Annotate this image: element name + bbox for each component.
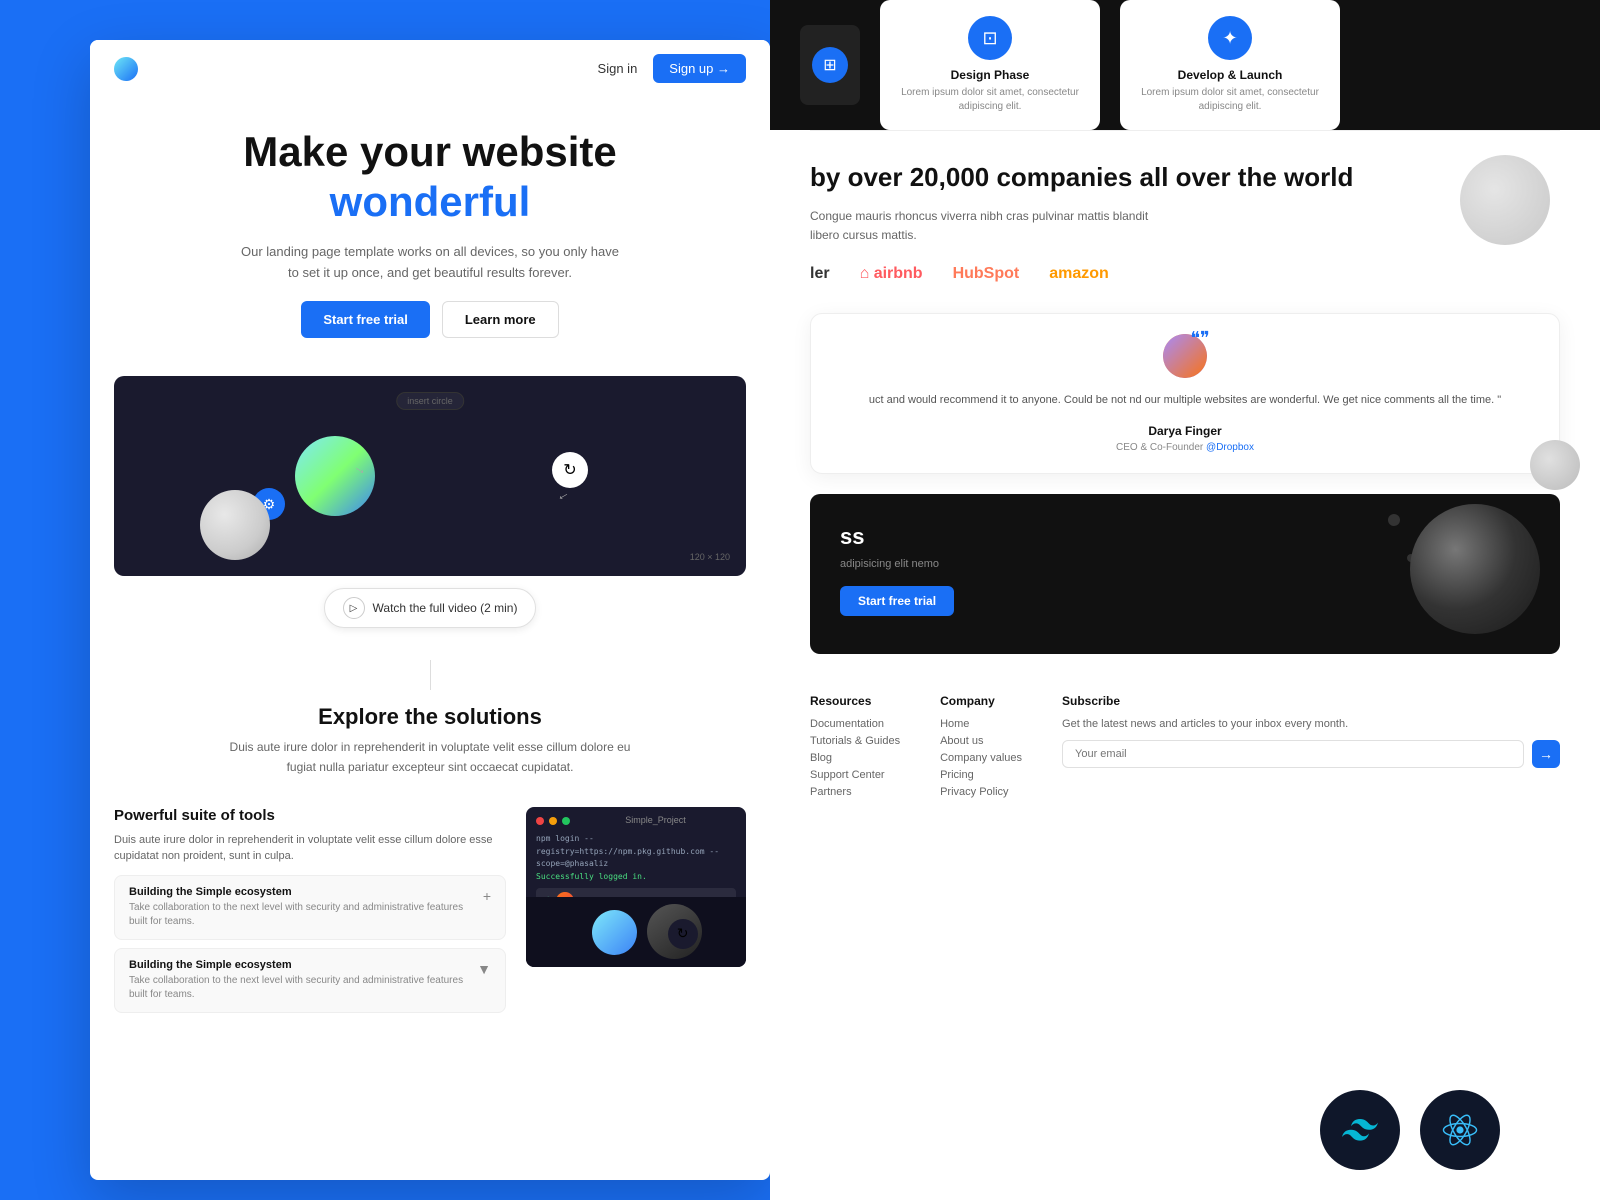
- tools-left: Powerful suite of tools Duis aute irure …: [114, 807, 506, 1021]
- footer-values[interactable]: Company values: [940, 752, 1022, 764]
- tools-heading: Powerful suite of tools: [114, 807, 506, 824]
- watch-video-button[interactable]: ▷ Watch the full video (2 min): [324, 588, 537, 628]
- footer-pricing[interactable]: Pricing: [940, 769, 1022, 781]
- testimonial-card: ❝❞ uct and would recommend it to anyone.…: [810, 313, 1560, 474]
- learn-more-button[interactable]: Learn more: [442, 301, 559, 338]
- subscribe-heading: Subscribe: [1062, 694, 1560, 708]
- footer-resources: Resources Documentation Tutorials & Guid…: [810, 694, 900, 803]
- logo: [114, 57, 138, 81]
- brand-airbnb: ⌂ airbnb: [860, 265, 923, 283]
- brand-amazon: amazon: [1049, 265, 1109, 283]
- footer-home[interactable]: Home: [940, 718, 1022, 730]
- partial-phase-icon: ⊞: [812, 47, 848, 83]
- ecosystem1-desc: Take collaboration to the next level wit…: [129, 901, 483, 929]
- vis-circle-teal: [592, 910, 637, 955]
- explore-description: Duis aute irure dolor in reprehenderit i…: [220, 738, 640, 776]
- explore-section: Explore the solutions Duis aute irure do…: [90, 640, 770, 790]
- footer-tutorials[interactable]: Tutorials & Guides: [810, 735, 900, 747]
- tools-right: Simple_Project npm login --registry=http…: [526, 807, 746, 1021]
- react-icon: [1420, 1090, 1500, 1170]
- terminal-visual: ↻: [526, 897, 746, 967]
- sphere-left-mid: [200, 490, 270, 560]
- footer: Resources Documentation Tutorials & Guid…: [770, 674, 1600, 823]
- trusted-description: Congue mauris rhoncus viverra nibh cras …: [810, 207, 1170, 245]
- quote-marks: ❝❞: [1190, 328, 1209, 348]
- terminal-dot-red: [536, 817, 544, 825]
- testimonial-author: Darya Finger CEO & Co-Founder @Dropbox: [831, 424, 1539, 453]
- hero-buttons: Start free trial Learn more: [150, 301, 710, 338]
- insert-circle-label: insert circle: [396, 392, 464, 410]
- develop-phase-title: Develop & Launch: [1140, 68, 1320, 82]
- hero-headline: Make your website wonderful: [150, 127, 710, 228]
- play-icon: ▷: [343, 597, 365, 619]
- terminal-dots: Simple_Project: [536, 817, 736, 825]
- author-name: Darya Finger: [1148, 424, 1221, 438]
- ecosystem2-title: Building the Simple ecosystem: [129, 959, 477, 971]
- explore-heading: Explore the solutions: [130, 704, 730, 730]
- divider-line: [430, 660, 431, 690]
- footer-company: Company Home About us Company values Pri…: [940, 694, 1022, 803]
- brand-logos: ler ⌂ airbnb HubSpot amazon: [810, 265, 1560, 283]
- terminal-code: npm login --registry=https://npm.pkg.git…: [536, 833, 736, 884]
- tools-section: Powerful suite of tools Duis aute irure …: [90, 791, 770, 1037]
- terminal-title: Simple_Project: [575, 815, 736, 825]
- design-phase-icon: ⊡: [968, 16, 1012, 60]
- code-terminal: Simple_Project npm login --registry=http…: [526, 807, 746, 967]
- footer-blog[interactable]: Blog: [810, 752, 900, 764]
- ecosystem-card-1[interactable]: Building the Simple ecosystem Take colla…: [114, 875, 506, 940]
- design-phase-card: ⊡ Design Phase Lorem ipsum dolor sit ame…: [880, 0, 1100, 130]
- email-input[interactable]: [1062, 740, 1524, 768]
- design-phase-title: Design Phase: [900, 68, 1080, 82]
- right-float-circle: [1460, 155, 1550, 245]
- cta-sphere: [1410, 504, 1540, 634]
- tools-description: Duis aute irure dolor in reprehenderit i…: [114, 832, 506, 865]
- footer-subscribe: Subscribe Get the latest news and articl…: [1062, 694, 1560, 803]
- terminal-dot-green: [562, 817, 570, 825]
- ecosystem2-desc: Take collaboration to the next level wit…: [129, 974, 477, 1002]
- design-phase-desc: Lorem ipsum dolor sit amet, consectetur …: [900, 86, 1080, 114]
- develop-phase-desc: Lorem ipsum dolor sit amet, consectetur …: [1140, 86, 1320, 114]
- hero-section: Make your website wonderful Our landing …: [90, 97, 770, 376]
- expand-icon-2: ▼: [477, 961, 491, 977]
- footer-documentation[interactable]: Documentation: [810, 718, 900, 730]
- ecosystem1-title: Building the Simple ecosystem: [129, 886, 483, 898]
- hero-description: Our landing page template works on all d…: [240, 242, 620, 284]
- develop-phase-card: ✦ Develop & Launch Lorem ipsum dolor sit…: [1120, 0, 1340, 130]
- subscribe-desc: Get the latest news and articles to your…: [1062, 718, 1560, 730]
- resources-heading: Resources: [810, 694, 900, 708]
- footer-partners[interactable]: Partners: [810, 786, 900, 798]
- nav-header: Sign in Sign up →: [90, 40, 770, 97]
- terminal-dot-yellow: [549, 817, 557, 825]
- main-panel: Sign in Sign up → Make your website wond…: [90, 40, 770, 1180]
- cta-button[interactable]: Start free trial: [840, 586, 954, 616]
- author-title: CEO & Co-Founder @Dropbox: [1116, 442, 1254, 453]
- sign-in-link[interactable]: Sign in: [598, 61, 638, 76]
- footer-support[interactable]: Support Center: [810, 769, 900, 781]
- refresh-icon-circle: ↻: [552, 452, 588, 488]
- trusted-heading: by over 20,000 companies all over the wo…: [810, 161, 1560, 195]
- testimonial-text: uct and would recommend it to anyone. Co…: [831, 392, 1539, 410]
- footer-about[interactable]: About us: [940, 735, 1022, 747]
- right-panel-top: ⊞ ⊡ Design Phase Lorem ipsum dolor sit a…: [770, 0, 1600, 130]
- footer-privacy[interactable]: Privacy Policy: [940, 786, 1022, 798]
- ecosystem-card-2[interactable]: Building the Simple ecosystem Take colla…: [114, 948, 506, 1013]
- nav-right: Sign in Sign up →: [598, 54, 746, 83]
- size-label: 120 × 120: [690, 552, 730, 562]
- right-float-circle-sm: [1530, 440, 1580, 490]
- dark-cta: ss adipisicing elit nemo Start free tria…: [810, 494, 1560, 654]
- brand-hubspot: HubSpot: [953, 265, 1020, 283]
- cta-dot-1: [1388, 514, 1400, 526]
- subscribe-row: →: [1062, 740, 1560, 768]
- brand-ler: ler: [810, 265, 830, 283]
- right-panel: ⊞ ⊡ Design Phase Lorem ipsum dolor sit a…: [770, 0, 1600, 1200]
- subscribe-button[interactable]: →: [1532, 740, 1560, 768]
- expand-icon-1: +: [483, 888, 491, 904]
- vis-circle-inner: ↻: [668, 919, 698, 949]
- start-trial-button[interactable]: Start free trial: [301, 301, 430, 338]
- sign-up-button[interactable]: Sign up →: [653, 54, 746, 83]
- tailwind-icon: [1320, 1090, 1400, 1170]
- develop-phase-icon: ✦: [1208, 16, 1252, 60]
- company-heading: Company: [940, 694, 1022, 708]
